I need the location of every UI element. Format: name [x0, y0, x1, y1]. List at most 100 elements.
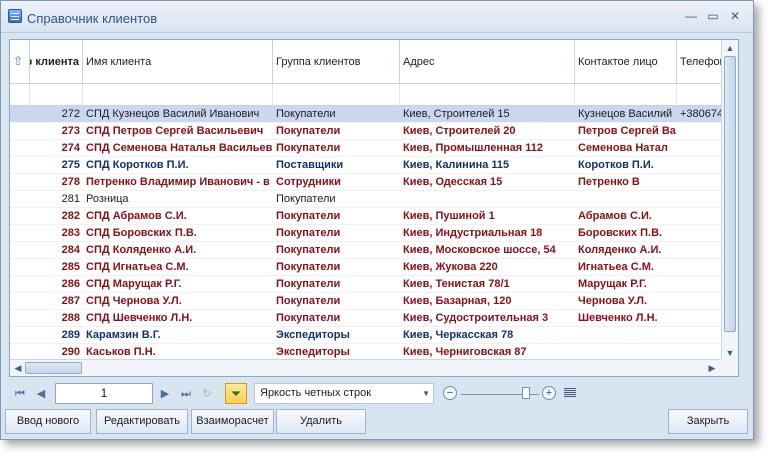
col-header-address[interactable]: Адрес	[400, 40, 575, 84]
cell-contact: Боровских П.В.	[578, 227, 663, 239]
cell-contact: Игнатьеа С.М.	[578, 261, 654, 273]
cell-phone	[677, 327, 722, 344]
cell-num: 278	[61, 176, 80, 188]
col-header-phone[interactable]: Телефон	[677, 40, 722, 84]
cell-name: СПД Боровских П.В.	[86, 227, 197, 239]
cell-phone	[677, 276, 722, 293]
cell-address: Киев, Черкасская 78	[403, 329, 514, 341]
cell-contact: Кузнецов Василий	[578, 108, 673, 120]
cell-name: СПД Марущак Р.Г.	[86, 278, 182, 290]
table-row[interactable]: 275 СПД Коротков П.И. Поставщики Киев, Кали…	[10, 157, 722, 174]
cell-address: Киев, Одесская 15	[403, 176, 503, 188]
cell-contact	[575, 327, 677, 344]
cell-address: Киев, Строителей 15	[403, 108, 510, 120]
clients-grid[interactable]: ⇧ Номер клиента Имя клиента Группа клиен…	[9, 39, 739, 377]
filter-icon[interactable]: ⏷	[225, 383, 247, 404]
horizontal-scroll-thumb[interactable]	[25, 362, 82, 374]
cell-phone	[677, 191, 722, 208]
scroll-left-icon[interactable]: ◀	[13, 363, 23, 373]
cell-num: 286	[61, 278, 80, 290]
filter-row[interactable]	[10, 84, 722, 106]
cell-contact: Петренко В	[578, 176, 640, 188]
window-title: Справочник клиентов	[27, 11, 158, 26]
col-header-group[interactable]: Группа клиентов	[273, 40, 400, 84]
table-row[interactable]: 289 Карамзин В.Г. Экспедиторы Киев, Черкасс…	[10, 327, 722, 344]
cell-contact: Чернова У.Л.	[578, 295, 648, 307]
horizontal-scrollbar[interactable]: ◀ ▶	[10, 359, 722, 376]
table-row[interactable]: 273 СПД Петров Сергей Васильевич Покупател…	[10, 123, 722, 140]
cell-address: Киев, Калинина 115	[403, 159, 510, 171]
button-bar: Ввод нового Редактировать Взаиморасчет У…	[5, 409, 751, 435]
col-header-num[interactable]: Номер клиента	[30, 40, 83, 84]
cell-num: 284	[61, 244, 80, 256]
col-header-contact[interactable]: Контактое лицо	[575, 40, 677, 84]
scroll-up-icon[interactable]: ▲	[725, 43, 735, 53]
zoom-out-icon[interactable]: −	[443, 386, 457, 400]
cell-name: СПД Шевченко Л.Н.	[86, 312, 193, 324]
edit-button[interactable]: Редактировать	[96, 409, 188, 434]
cell-group: Покупатели	[276, 125, 341, 137]
scroll-right-icon[interactable]: ▶	[707, 363, 717, 373]
prev-record-icon[interactable]: ◀	[33, 385, 49, 403]
cell-phone	[677, 208, 722, 225]
navigation-bar: ⏮ ◀ 1 ▶ ⏭ ↻ ⏷ Яркость четных строк ▼ − +	[9, 382, 739, 406]
cell-address: Киев, Московское шоссе, 54	[403, 244, 556, 256]
table-row[interactable]: 288 СПД Шевченко Л.Н. Покупатели Киев, Судо…	[10, 310, 722, 327]
scroll-down-icon[interactable]: ▼	[725, 348, 735, 358]
table-row[interactable]: 274 СПД Семенова Наталья Васильев Покупате…	[10, 140, 722, 157]
chevron-down-icon: ▼	[422, 389, 430, 398]
vertical-scrollbar[interactable]: ▲ ▼	[721, 40, 738, 361]
table-row[interactable]: 286 СПД Марущак Р.Г. Покупатели Киев, Тенис…	[10, 276, 722, 293]
zoom-in-icon[interactable]: +	[542, 386, 556, 400]
cell-group: Покупатели	[276, 244, 341, 256]
cell-phone	[677, 123, 722, 140]
cell-name: СПД Коляденко А.И.	[86, 244, 197, 256]
cell-name: СПД Кузнецов Василий Иванович	[86, 108, 260, 120]
sort-column-header[interactable]: ⇧	[10, 40, 30, 84]
cell-address: Киев, Тенистая 78/1	[403, 278, 510, 290]
table-row[interactable]: 285 СПД Игнатьеа С.М. Покупатели Киев, Жуко…	[10, 259, 722, 276]
next-record-icon[interactable]: ▶	[157, 385, 173, 403]
cell-address: Киев, Строителей 20	[403, 125, 516, 137]
columns-menu-icon[interactable]	[564, 387, 576, 399]
title-bar: Справочник клиентов — ▭ ✕	[1, 1, 753, 33]
last-record-icon[interactable]: ⏭	[178, 385, 194, 403]
cell-num: 282	[61, 210, 80, 222]
record-number-input[interactable]: 1	[55, 383, 153, 404]
row-highlight-select[interactable]: Яркость четных строк ▼	[254, 383, 434, 404]
cell-num: 274	[61, 142, 80, 154]
first-record-icon[interactable]: ⏮	[12, 385, 28, 403]
table-row[interactable]: 281 Розница Покупатели	[10, 191, 722, 208]
table-row[interactable]: 282 СПД Абрамов С.И. Покупатели Киев, Пушин…	[10, 208, 722, 225]
table-row[interactable]: 272 СПД Кузнецов Василий Иванович Покупате…	[10, 106, 722, 123]
maximize-icon[interactable]: ▭	[706, 9, 720, 23]
cell-num: 272	[61, 108, 80, 120]
cell-group: Покупатели	[276, 295, 341, 307]
table-row[interactable]: 278 Петренко Владимир Иванович - в Сотрудн…	[10, 174, 722, 191]
cell-name: СПД Петров Сергей Васильевич	[86, 125, 264, 137]
settlement-button[interactable]: Взаиморасчет	[191, 409, 274, 434]
grid-header: ⇧ Номер клиента Имя клиента Группа клиен…	[10, 40, 722, 84]
delete-button[interactable]: Удалить	[276, 409, 366, 434]
cell-name: СПД Игнатьеа С.М.	[86, 261, 189, 273]
cell-name: СПД Абрамов С.И.	[86, 210, 187, 222]
close-icon[interactable]: ✕	[728, 9, 742, 23]
new-record-button[interactable]: Ввод нового	[5, 409, 91, 434]
cell-phone	[677, 259, 722, 276]
refresh-icon[interactable]: ↻	[199, 385, 215, 403]
cell-group: Покупатели	[276, 227, 341, 239]
vertical-scroll-thumb[interactable]	[724, 56, 736, 332]
cell-group: Покупатели	[276, 108, 336, 120]
cell-group: Покупатели	[276, 142, 341, 154]
zoom-slider-thumb[interactable]	[522, 387, 530, 399]
cell-address: Киев, Жукова 220	[403, 261, 498, 273]
table-row[interactable]: 284 СПД Коляденко А.И. Покупатели Киев, Мос…	[10, 242, 722, 259]
minimize-icon[interactable]: —	[684, 9, 698, 23]
table-row[interactable]: 283 СПД Боровских П.В. Покупатели Киев, Инд…	[10, 225, 722, 242]
sort-up-icon: ⇧	[13, 54, 24, 68]
col-header-name[interactable]: Имя клиента	[83, 40, 273, 84]
cell-phone	[677, 140, 722, 157]
close-button[interactable]: Закрыть	[668, 409, 748, 434]
cell-name: Розница	[86, 193, 129, 205]
table-row[interactable]: 287 СПД Чернова У.Л. Покупатели Киев, Базар…	[10, 293, 722, 310]
